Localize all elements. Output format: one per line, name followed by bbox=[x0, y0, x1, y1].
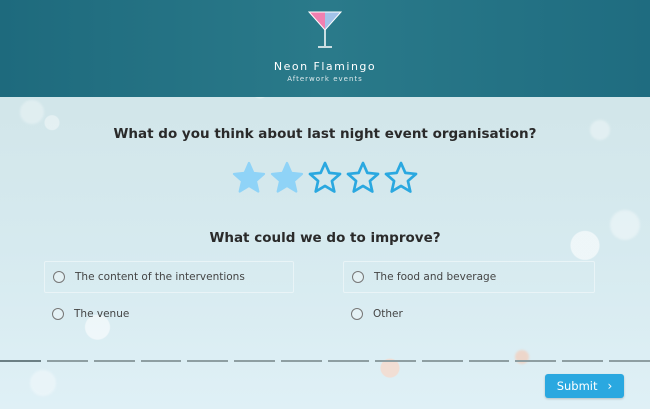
star-icon-3[interactable] bbox=[307, 160, 343, 196]
progress-dash bbox=[374, 360, 416, 362]
radio-button[interactable] bbox=[52, 308, 64, 320]
radio-button[interactable] bbox=[352, 271, 364, 283]
option-content[interactable]: The content of the interventions bbox=[44, 261, 294, 293]
rating-question: What do you think about last night event… bbox=[113, 126, 537, 142]
option-label: The venue bbox=[74, 308, 130, 320]
option-label: The content of the interventions bbox=[75, 271, 245, 283]
progress-dash bbox=[421, 360, 463, 362]
option-label: Other bbox=[373, 308, 403, 320]
progress-dash bbox=[234, 360, 276, 362]
submit-label: Submit bbox=[556, 379, 598, 393]
option-venue[interactable]: The venue bbox=[44, 298, 294, 330]
progress-dash bbox=[609, 360, 650, 362]
progress-dash bbox=[187, 360, 229, 362]
star-rating bbox=[231, 160, 419, 196]
progress-dash bbox=[515, 360, 557, 362]
brand-tagline: Afterwork events bbox=[287, 75, 363, 83]
progress-dash bbox=[46, 360, 88, 362]
progress-dash bbox=[328, 360, 369, 362]
header-banner: Neon Flamingo Afterwork events bbox=[0, 0, 650, 97]
submit-button[interactable]: Submit › bbox=[545, 374, 624, 398]
radio-button[interactable] bbox=[351, 308, 363, 320]
star-icon-4[interactable] bbox=[345, 160, 381, 196]
chevron-right-icon: › bbox=[607, 379, 613, 393]
bokeh-light bbox=[20, 100, 44, 124]
star-icon-1[interactable] bbox=[231, 160, 267, 196]
progress-dash bbox=[0, 360, 41, 362]
cocktail-glass-icon bbox=[307, 11, 343, 48]
star-icon-2[interactable] bbox=[269, 160, 305, 196]
brand-name: Neon Flamingo bbox=[273, 60, 377, 73]
progress-dash bbox=[562, 360, 604, 362]
progress-indicator bbox=[0, 360, 650, 362]
progress-dash bbox=[281, 360, 323, 362]
progress-dash bbox=[468, 360, 510, 362]
option-food[interactable]: The food and beverage bbox=[343, 261, 595, 293]
progress-dash bbox=[140, 360, 182, 362]
option-label: The food and beverage bbox=[374, 271, 497, 283]
bokeh-light bbox=[30, 370, 56, 396]
improvement-question: What could we do to improve? bbox=[209, 230, 441, 246]
option-other[interactable]: Other bbox=[343, 298, 595, 330]
star-icon-5[interactable] bbox=[383, 160, 419, 196]
radio-button[interactable] bbox=[53, 271, 65, 283]
progress-dash bbox=[93, 360, 135, 362]
